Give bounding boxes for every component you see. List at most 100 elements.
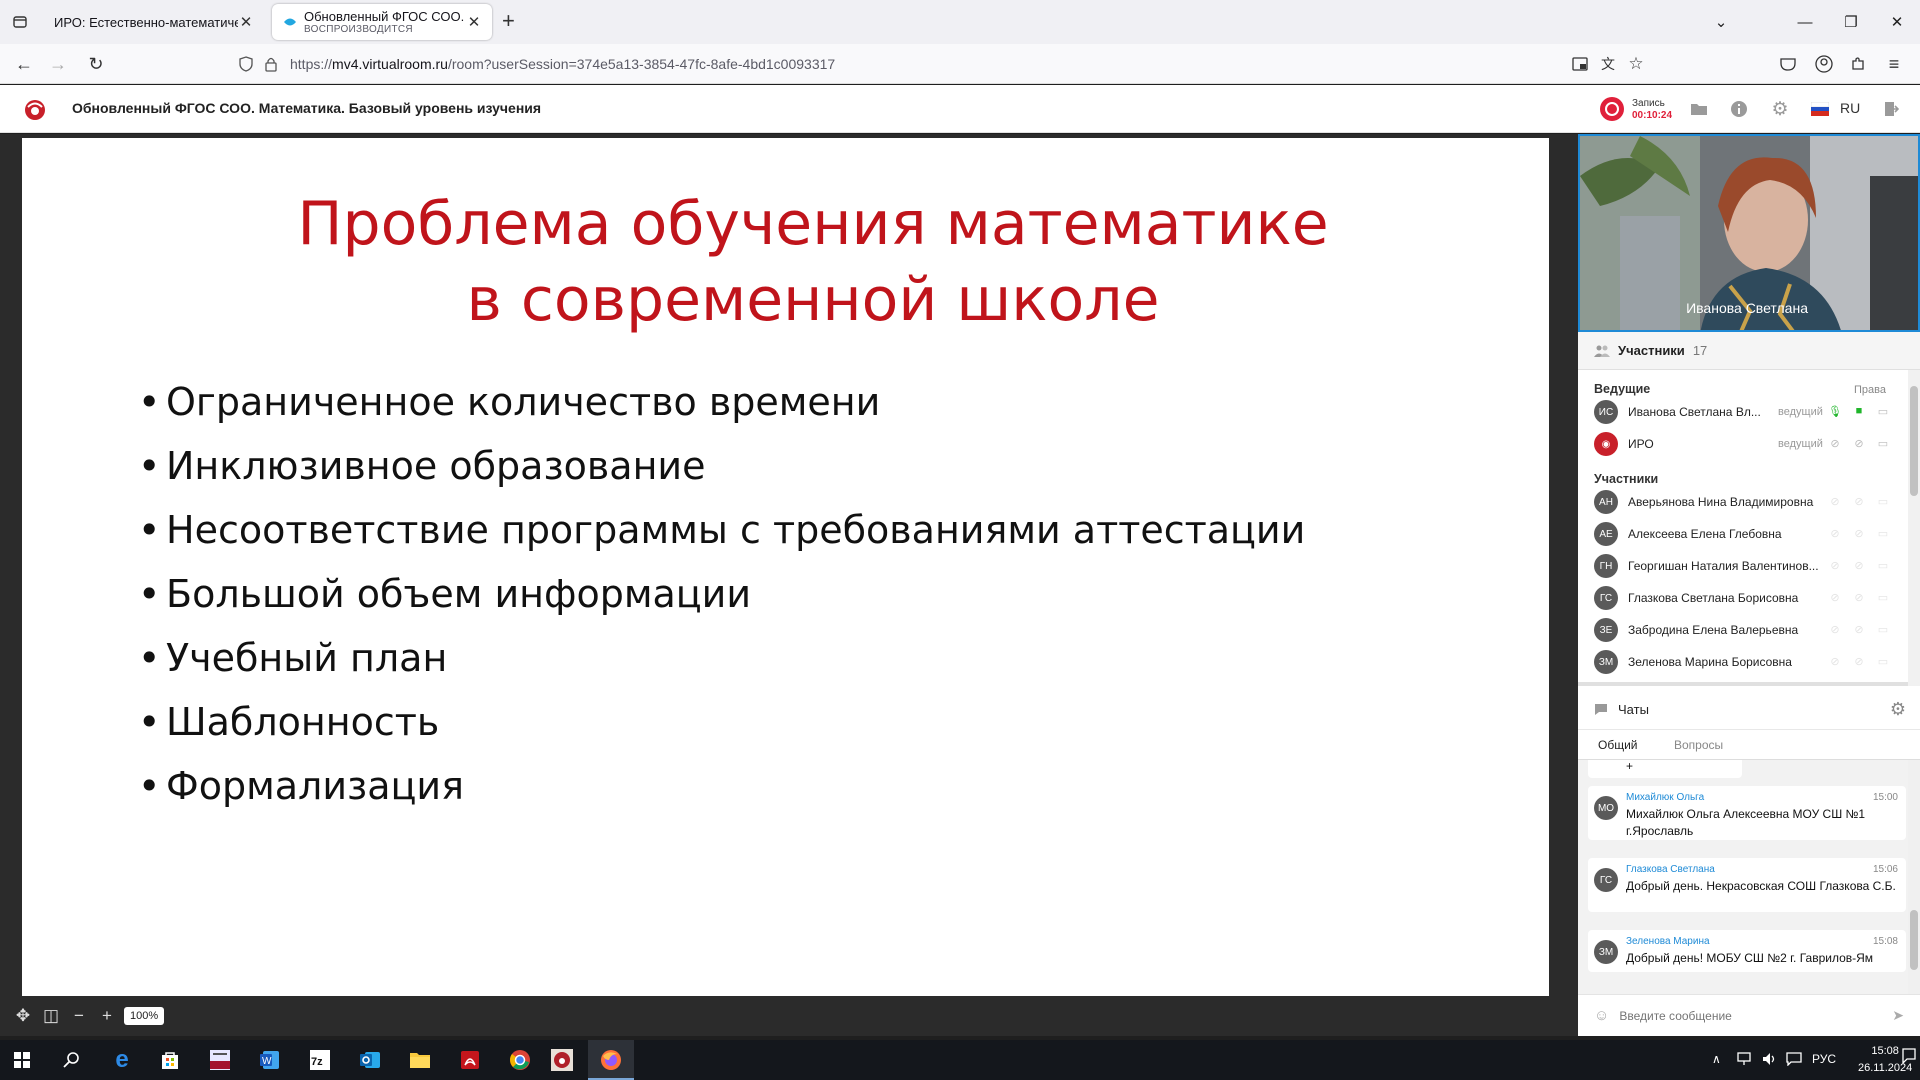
browser-tab-active[interactable]: Обновленный ФГОС СОО. Математика ВОСПРОИ… <box>272 4 492 40</box>
address-bar[interactable]: https://mv4.virtualroom.ru/room?userSess… <box>228 49 1658 79</box>
camera-off-icon[interactable]: ⊘ <box>1852 527 1866 541</box>
emoji-icon[interactable]: ☺ <box>1594 1007 1609 1024</box>
lock-icon[interactable] <box>264 56 278 72</box>
edge-icon[interactable]: e <box>108 1046 136 1074</box>
firefox-icon[interactable] <box>597 1046 625 1074</box>
panel-splitter[interactable] <box>1570 134 1578 1036</box>
shield-icon[interactable] <box>238 56 254 72</box>
microphone-off-icon[interactable]: ⊘ <box>1828 437 1842 451</box>
chrome-icon[interactable] <box>506 1046 534 1074</box>
tab-questions[interactable]: Вопросы <box>1674 738 1723 752</box>
camera-off-icon[interactable]: ⊘ <box>1852 559 1866 573</box>
tab-list-icon[interactable] <box>8 10 32 34</box>
microphone-icon[interactable]: 🎙︎ <box>1828 405 1842 419</box>
participants-scrollbar[interactable] <box>1908 370 1920 686</box>
participant-row[interactable]: ГН Георгишан Наталия Валентинов... ⊘ ⊘ ▭ <box>1578 550 1920 582</box>
camera-off-icon[interactable]: ⊘ <box>1852 591 1866 605</box>
new-tab-button[interactable]: + <box>502 10 515 32</box>
message-author[interactable]: Глазкова Светлана <box>1626 864 1715 875</box>
camera-icon[interactable]: ■ <box>1852 405 1866 419</box>
participant-row[interactable]: ГС Глазкова Светлана Борисовна ⊘ ⊘ ▭ <box>1578 582 1920 614</box>
scrollbar-thumb[interactable] <box>1910 386 1918 496</box>
screen-share-icon[interactable]: ▭ <box>1876 405 1890 419</box>
account-icon[interactable] <box>1812 52 1836 76</box>
search-icon[interactable] <box>58 1046 86 1074</box>
tab-general[interactable]: Общий <box>1592 738 1643 762</box>
microphone-off-icon[interactable]: ⊘ <box>1828 591 1842 605</box>
info-icon[interactable] <box>1728 98 1750 120</box>
zoom-out-button[interactable]: − <box>68 1005 90 1027</box>
participants-header[interactable]: Участники 17 <box>1578 332 1920 370</box>
word-icon[interactable]: W <box>256 1046 284 1074</box>
pocket-icon[interactable] <box>1776 52 1800 76</box>
fit-width-icon[interactable]: ◫ <box>40 1005 62 1027</box>
screen-share-icon[interactable]: ▭ <box>1876 559 1890 573</box>
message-input[interactable] <box>1619 1008 1870 1023</box>
screen-share-icon[interactable]: ▭ <box>1876 495 1890 509</box>
screen-share-icon[interactable]: ▭ <box>1876 437 1890 451</box>
pan-move-icon[interactable]: ✥ <box>12 1005 34 1027</box>
camera-off-icon[interactable]: ⊘ <box>1852 495 1866 509</box>
forward-arrow-icon[interactable]: → <box>46 52 70 76</box>
volume-icon[interactable] <box>1762 1052 1778 1069</box>
screen-share-icon[interactable]: ▭ <box>1876 655 1890 669</box>
exit-icon[interactable] <box>1880 98 1902 120</box>
acrobat-icon[interactable] <box>456 1046 484 1074</box>
browser-tab-iro[interactable]: ИРО: Естественно-математическ ✕ <box>44 4 264 40</box>
file-explorer-icon[interactable] <box>406 1046 434 1074</box>
message-author[interactable]: Михайлюк Ольга <box>1626 792 1704 803</box>
zoom-level[interactable]: 100% <box>124 1007 165 1025</box>
screen-share-icon[interactable]: ▭ <box>1876 591 1890 605</box>
bookmark-star-icon[interactable]: ☆ <box>1624 52 1648 76</box>
close-tab-icon[interactable]: ✕ <box>238 13 254 31</box>
input-language[interactable]: РУС <box>1812 1052 1836 1066</box>
chat-settings-gear-icon[interactable]: ⚙ <box>1890 699 1906 720</box>
restore-button[interactable]: ❐ <box>1828 0 1874 44</box>
translate-icon[interactable]: 文 <box>1596 52 1620 76</box>
chat-scrollbar[interactable] <box>1908 760 1920 994</box>
folder-icon[interactable] <box>1688 98 1710 120</box>
back-arrow-icon[interactable]: ← <box>12 52 36 76</box>
microphone-off-icon[interactable]: ⊘ <box>1828 655 1842 669</box>
participant-row[interactable]: АН Аверьянова Нина Владимировна ⊘ ⊘ ▭ <box>1578 486 1920 518</box>
close-window-button[interactable]: ✕ <box>1874 0 1920 44</box>
presenter-video[interactable]: Иванова Светлана <box>1578 134 1920 332</box>
russia-flag-icon[interactable] <box>1809 98 1831 120</box>
camera-off-icon[interactable]: ⊘ <box>1852 655 1866 669</box>
zoom-in-button[interactable]: + <box>96 1005 118 1027</box>
participant-row[interactable]: ЗЕ Забродина Елена Валерьевна ⊘ ⊘ ▭ <box>1578 614 1920 646</box>
extensions-icon[interactable] <box>1846 52 1870 76</box>
screen-share-icon[interactable]: ▭ <box>1876 527 1890 541</box>
settings-gear-icon[interactable]: ⚙ <box>1769 98 1791 120</box>
participant-row[interactable]: АЕ Алексеева Елена Глебовна ⊘ ⊘ ▭ <box>1578 518 1920 550</box>
participant-row[interactable]: ◉ ИРО ведущий ⊘ ⊘ ▭ <box>1578 428 1920 460</box>
participant-row[interactable]: ЗМ Зеленова Марина Борисовна ⊘ ⊘ ▭ <box>1578 646 1920 678</box>
scrollbar-thumb[interactable] <box>1910 910 1918 970</box>
participant-row[interactable]: ИС Иванова Светлана Вл... ведущий 🎙︎ ■ ▭ <box>1578 396 1920 428</box>
microphone-off-icon[interactable]: ⊘ <box>1828 527 1842 541</box>
microphone-off-icon[interactable]: ⊘ <box>1828 559 1842 573</box>
action-center-icon[interactable] <box>1902 1048 1916 1067</box>
picture-in-picture-icon[interactable] <box>1568 52 1592 76</box>
message-author[interactable]: Зеленова Марина <box>1626 936 1710 947</box>
microphone-off-icon[interactable]: ⊘ <box>1828 495 1842 509</box>
record-icon[interactable] <box>1600 97 1624 121</box>
7zip-icon[interactable]: 7z <box>306 1046 334 1074</box>
send-icon[interactable]: ➤ <box>1892 1007 1904 1024</box>
store-icon[interactable] <box>156 1046 184 1074</box>
close-tab-icon[interactable]: ✕ <box>466 13 482 31</box>
menu-icon[interactable]: ≡ <box>1882 52 1906 76</box>
reload-icon[interactable]: ↻ <box>84 52 108 76</box>
camera-off-icon[interactable]: ⊘ <box>1852 437 1866 451</box>
tab-overflow-chevron-icon[interactable]: ⌄ <box>1698 0 1744 44</box>
language-selector[interactable]: RU <box>1840 100 1860 116</box>
network-icon[interactable] <box>1736 1052 1752 1069</box>
microphone-off-icon[interactable]: ⊘ <box>1828 623 1842 637</box>
screen-share-icon[interactable]: ▭ <box>1876 623 1890 637</box>
rights-label[interactable]: Права <box>1854 384 1886 396</box>
tray-chevron-icon[interactable]: ∧ <box>1712 1052 1721 1066</box>
iro-app-icon[interactable] <box>548 1046 576 1074</box>
camera-off-icon[interactable]: ⊘ <box>1852 623 1866 637</box>
pdf-editor-icon[interactable] <box>206 1046 234 1074</box>
notification-chat-icon[interactable] <box>1786 1052 1802 1069</box>
